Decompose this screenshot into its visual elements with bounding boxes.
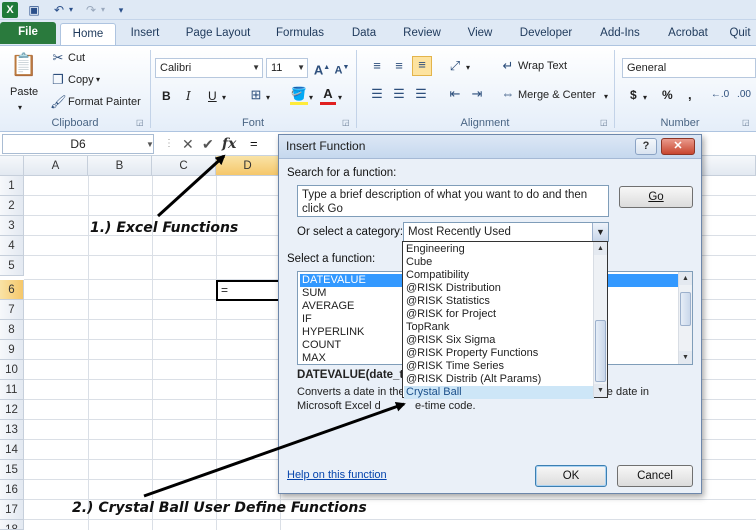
annotation-arrows [143,154,406,498]
arrow-to-fx-icon [156,154,226,218]
arrow-to-crystal-ball-icon [143,401,406,498]
